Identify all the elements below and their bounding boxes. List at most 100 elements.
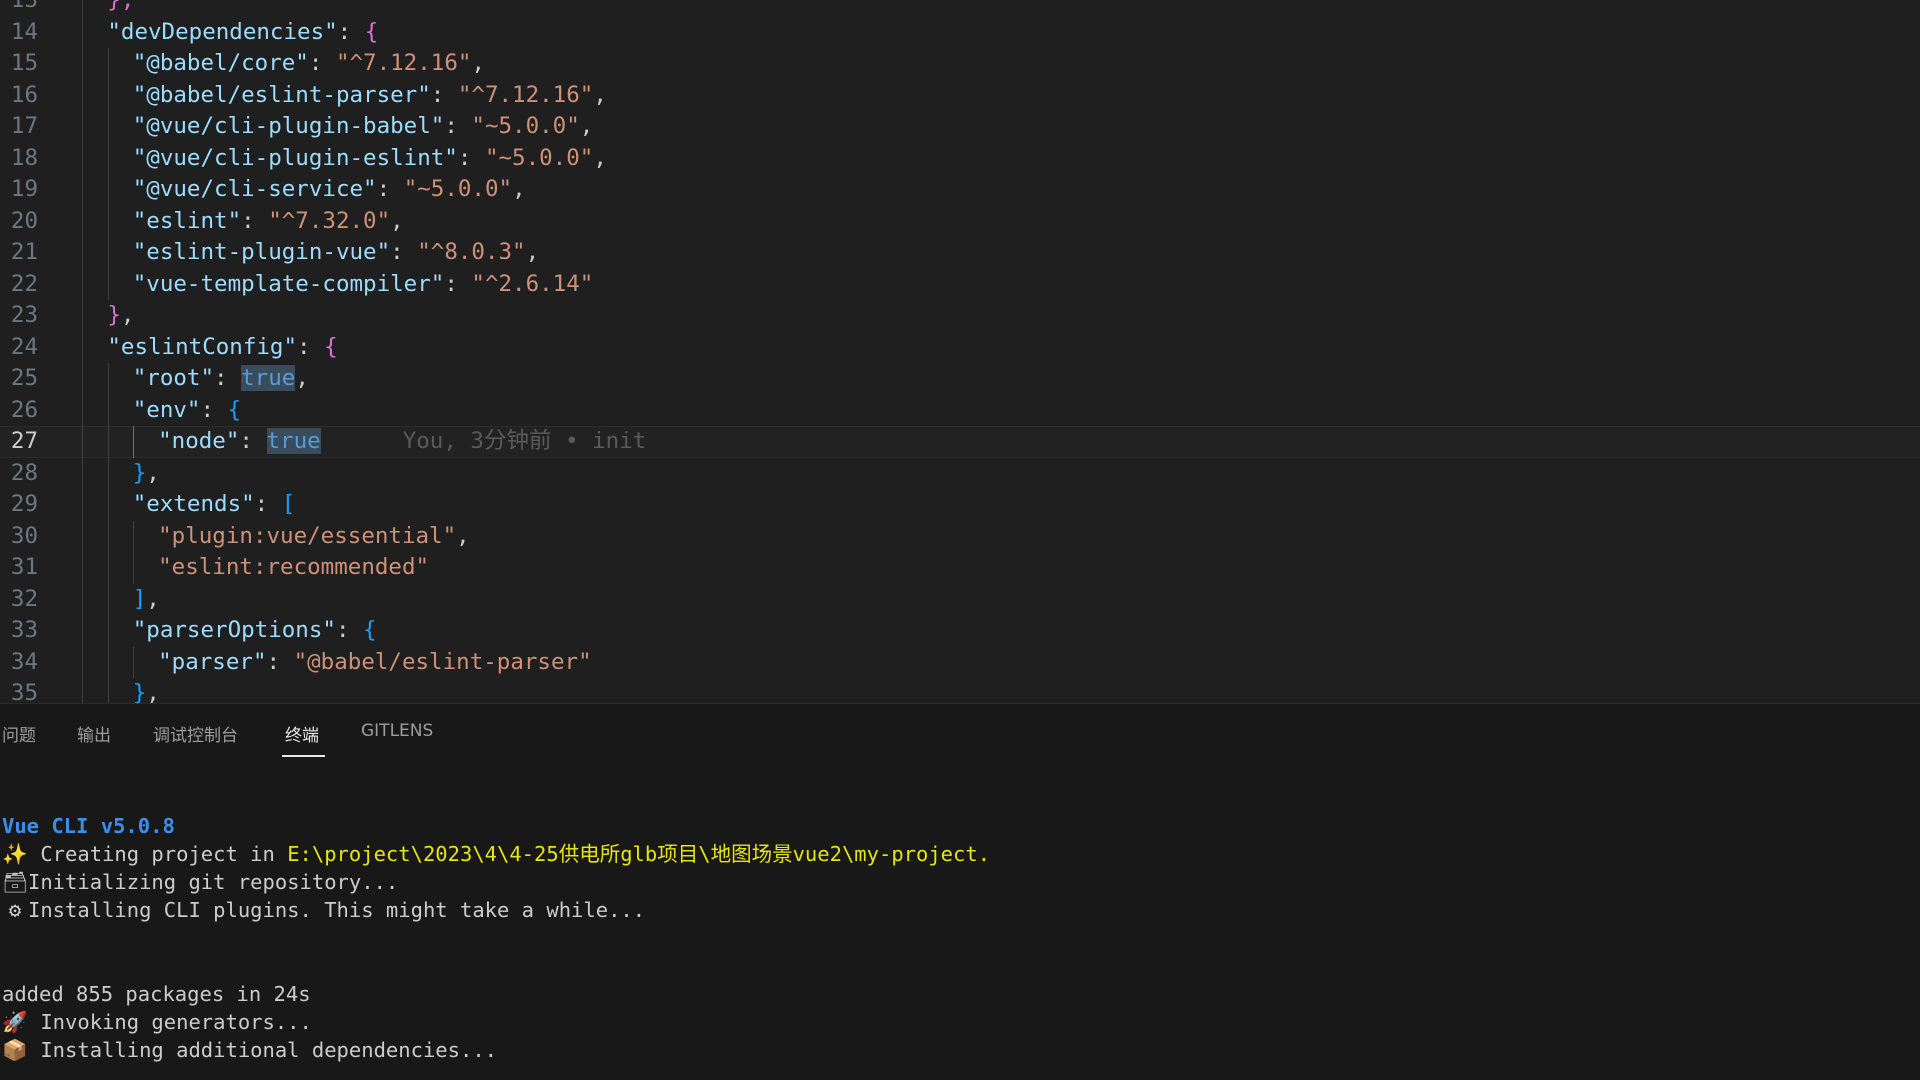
line-number: 26 xyxy=(10,396,38,423)
code-token: { xyxy=(364,18,379,45)
code-line[interactable]: 19 "@vue/cli-service": "~5.0.0", xyxy=(0,174,1920,206)
code-line[interactable]: 29 "extends": [ xyxy=(0,489,1920,521)
line-number: 21 xyxy=(10,239,38,265)
code-token: , xyxy=(146,585,160,612)
line-number: 24 xyxy=(10,333,38,360)
code-token: "vue-template-compiler" xyxy=(132,270,445,297)
code-line[interactable]: 30 "plugin:vue/essential", xyxy=(0,520,1920,553)
indent-guide xyxy=(82,300,83,332)
gear-icon: ⚙ xyxy=(8,898,22,922)
code-line[interactable]: 18 "@vue/cli-plugin-eslint": "~5.0.0", xyxy=(0,142,1920,174)
indent-guide xyxy=(82,48,83,80)
tab-terminal[interactable]: 终端 xyxy=(285,721,319,746)
code-token: }, xyxy=(107,0,135,13)
indent-guide xyxy=(108,79,109,111)
indent-guide xyxy=(82,678,83,703)
tab-debug-console[interactable]: 调试控制台 xyxy=(153,721,238,746)
code-line[interactable]: 14 "devDependencies": { xyxy=(0,16,1920,49)
indent-guide xyxy=(108,394,109,426)
code-token: true xyxy=(266,428,321,454)
indent-guide xyxy=(82,16,83,48)
code-token: , xyxy=(471,50,485,76)
installing-deps-text: Installing additional dependencies... xyxy=(28,1038,497,1062)
tab-output[interactable]: 输出 xyxy=(77,721,111,746)
indent-guide xyxy=(82,142,83,174)
code-token: { xyxy=(227,396,242,423)
code-token: "@babel/eslint-parser" xyxy=(293,648,592,675)
code-token: "~5.0.0" xyxy=(403,176,513,202)
code-line[interactable]: 21 "eslint-plugin-vue": "^8.0.3", xyxy=(0,237,1920,269)
line-number: 34 xyxy=(10,648,38,675)
code-line[interactable]: 32], xyxy=(0,583,1920,616)
code-token: "eslint" xyxy=(132,207,242,234)
code-line[interactable]: 35}, xyxy=(0,678,1920,703)
code-line[interactable]: 22 "vue-template-compiler": "^2.6.14" xyxy=(0,268,1920,300)
code-line[interactable]: 17 "@vue/cli-plugin-babel": "~5.0.0", xyxy=(0,111,1920,143)
code-text: ], xyxy=(133,584,160,616)
panel-tab-bar: 问题 输出 调试控制台 终端 GITLENS xyxy=(0,704,1920,757)
terminal-line: Vue CLI v5.0.8 xyxy=(2,812,175,840)
indent-guide xyxy=(82,457,83,489)
line-number: 32 xyxy=(10,585,38,612)
line-number: 15 xyxy=(10,50,38,76)
code-token: { xyxy=(363,617,377,643)
code-line[interactable]: 13}, xyxy=(0,0,1920,17)
line-number: 28 xyxy=(10,459,38,486)
indent-guide xyxy=(82,615,83,647)
code-editor[interactable]: 13}, 14 "devDependencies": {15 "@babel/core… xyxy=(0,0,1920,703)
creating-label: Creating project in xyxy=(28,842,288,866)
line-number: 19 xyxy=(10,176,38,202)
code-token: "extends" xyxy=(132,491,255,517)
terminal-line: ⚙ Installing CLI plugins. This might take… xyxy=(2,896,645,924)
code-line[interactable]: 26 "env": { xyxy=(0,394,1920,427)
project-path: E:\project\2023\4\4-25供电所glb项目\地图场景vue2\… xyxy=(287,842,978,866)
code-token: ] xyxy=(132,585,147,612)
code-token: [ xyxy=(281,491,296,517)
indent-guide xyxy=(82,489,83,521)
code-line[interactable]: 16 "@babel/eslint-parser": "^7.12.16", xyxy=(0,79,1920,112)
code-token: "~5.0.0" xyxy=(471,113,580,139)
code-token: : xyxy=(254,491,282,517)
code-text: "env": { xyxy=(133,395,241,427)
code-token: "@vue/cli-plugin-babel" xyxy=(132,113,445,139)
line-number: 33 xyxy=(10,617,38,643)
indent-guide xyxy=(108,363,109,395)
code-text: "plugin:vue/essential", xyxy=(158,521,470,553)
code-line[interactable]: 33 "parserOptions": { xyxy=(0,615,1920,647)
code-line[interactable]: 24 "eslintConfig": { xyxy=(0,331,1920,363)
indent-guide xyxy=(82,583,83,615)
code-text: "devDependencies": { xyxy=(107,17,378,49)
tab-problems[interactable]: 问题 xyxy=(2,721,36,746)
tab-gitlens[interactable]: GITLENS xyxy=(361,721,433,741)
code-token: "@vue/cli-plugin-eslint" xyxy=(132,144,458,171)
code-token: : xyxy=(444,270,472,297)
indent-guide xyxy=(82,174,83,206)
code-text: "@babel/eslint-parser": "^7.12.16", xyxy=(133,80,607,112)
terminal-line: added 855 packages in 24s xyxy=(2,980,311,1008)
code-text: "extends": [ xyxy=(133,489,296,521)
code-line[interactable]: 27 "node": true You, 3分钟前 • init xyxy=(0,426,1920,458)
code-token: : xyxy=(266,648,294,675)
line-number: 31 xyxy=(10,554,38,580)
indent-guide xyxy=(108,520,109,552)
code-line[interactable]: 34 "parser": "@babel/eslint-parser" xyxy=(0,646,1920,678)
code-text: "eslint": "^7.32.0", xyxy=(133,206,404,238)
code-line[interactable]: 28}, xyxy=(0,457,1920,489)
code-line[interactable]: 31 "eslint:recommended" xyxy=(0,552,1920,584)
code-text: "eslint:recommended" xyxy=(158,552,429,584)
code-token: "^2.6.14" xyxy=(471,270,594,297)
code-text: "node": true You, 3分钟前 • init xyxy=(158,426,646,458)
code-token: "^7.32.0" xyxy=(268,207,391,234)
code-token: "~5.0.0" xyxy=(484,144,594,171)
code-line[interactable]: 15 "@babel/core": "^7.12.16", xyxy=(0,48,1920,80)
indent-guide xyxy=(133,646,134,678)
code-text: "parserOptions": { xyxy=(133,615,377,647)
code-line[interactable]: 20 "eslint": "^7.32.0", xyxy=(0,205,1920,238)
code-line[interactable]: 25 "root": true, xyxy=(0,363,1920,395)
code-token: "@vue/cli-service" xyxy=(132,176,377,202)
code-token: "parserOptions" xyxy=(132,617,336,643)
code-line[interactable]: 23}, xyxy=(0,300,1920,332)
code-token: , xyxy=(525,239,540,265)
indent-guide xyxy=(108,237,109,269)
code-token: "^7.12.16" xyxy=(457,81,594,108)
